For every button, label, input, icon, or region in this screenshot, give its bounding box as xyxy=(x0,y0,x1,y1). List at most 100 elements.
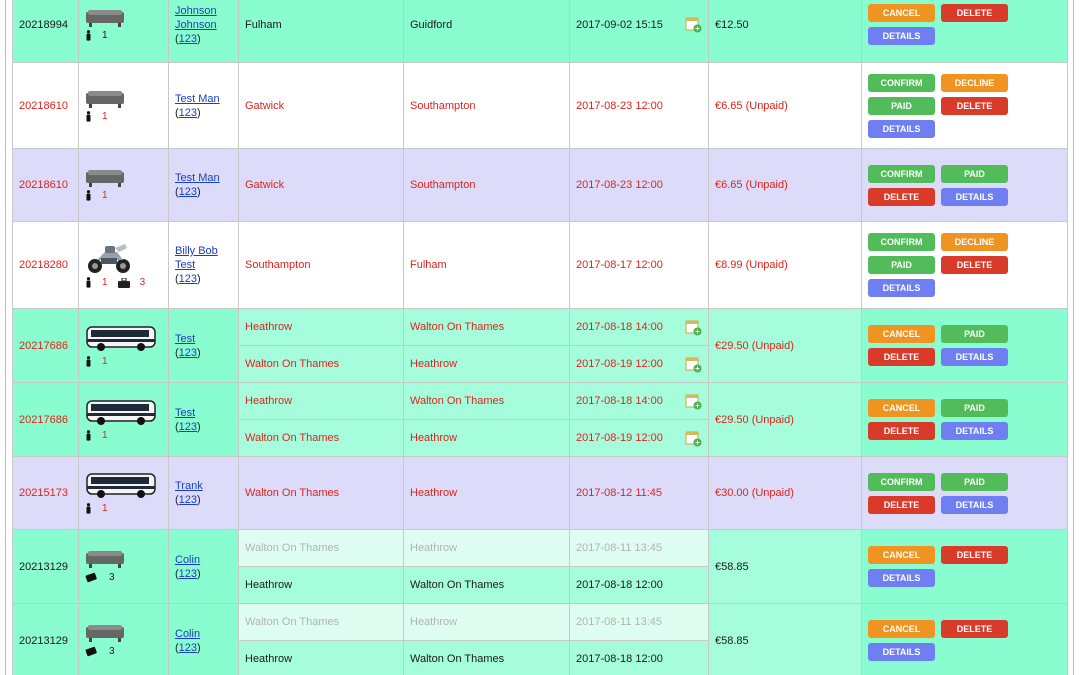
cancel-button[interactable]: CANCEL xyxy=(868,620,935,638)
details-button[interactable]: DETAILS xyxy=(868,569,935,587)
delete-button[interactable]: DELETE xyxy=(868,422,935,440)
customer-name-link[interactable]: Test Man xyxy=(175,92,232,106)
customer-name-link[interactable]: Test xyxy=(175,332,232,346)
paid-button[interactable]: PAID xyxy=(941,472,1008,491)
dropoff-location: Walton On Thames xyxy=(403,566,570,604)
details-button[interactable]: DETAILS xyxy=(868,279,935,297)
cancel-button[interactable]: CANCEL xyxy=(868,325,935,343)
delete-button[interactable]: DELETE xyxy=(941,546,1008,564)
decline-button[interactable]: DECLINE xyxy=(941,73,1008,92)
pickup-location: Heathrow xyxy=(238,640,404,675)
delete-button[interactable]: DELETE xyxy=(868,187,935,206)
paid-button[interactable]: PAID xyxy=(868,256,935,274)
customer-name-link[interactable]: Colin xyxy=(175,627,232,641)
customer-name-link[interactable]: Billy Bob xyxy=(175,244,232,258)
details-button[interactable]: DETAILS xyxy=(941,348,1008,366)
phone-link[interactable]: 123 xyxy=(179,642,197,654)
paid-button[interactable]: PAID xyxy=(941,325,1008,343)
pickup-location: Walton On Thames xyxy=(238,345,404,383)
details-button[interactable]: DETAILS xyxy=(868,27,935,45)
details-button[interactable]: DETAILS xyxy=(868,643,935,661)
coach-icon xyxy=(85,472,157,500)
luggage-icon xyxy=(85,571,99,583)
passenger-count: 1 xyxy=(102,429,108,441)
vehicle-cell: 1 xyxy=(78,308,169,383)
customer-name-link[interactable]: Colin xyxy=(175,553,232,567)
customer-name-link[interactable]: Test xyxy=(175,406,232,420)
delete-button[interactable]: DELETE xyxy=(941,4,1008,22)
vehicle-cell: 13 xyxy=(78,221,169,309)
customer-cell: Test (123) xyxy=(168,382,239,457)
customer-name-link[interactable]: Johnson xyxy=(175,4,232,18)
price: €58.85 xyxy=(708,529,862,604)
dropoff-location: Heathrow xyxy=(403,603,570,641)
customer-name-link[interactable]: Test Man xyxy=(175,171,232,185)
motorbike-icon xyxy=(85,242,133,274)
phone-link[interactable]: 123 xyxy=(179,494,197,506)
paid-button[interactable]: PAID xyxy=(941,399,1008,417)
pickup-datetime: 2017-08-19 12:00 xyxy=(576,432,663,444)
details-button[interactable]: DETAILS xyxy=(941,187,1008,206)
price: €29.50 (Unpaid) xyxy=(708,382,862,457)
paid-button[interactable]: PAID xyxy=(868,96,935,115)
vehicle-cell: 1 xyxy=(78,0,169,63)
cancel-button[interactable]: CANCEL xyxy=(868,4,935,22)
booking-id: 20218994 xyxy=(12,0,79,63)
details-button[interactable]: DETAILS xyxy=(941,422,1008,440)
booking-id: 20218610 xyxy=(12,62,79,149)
dropoff-location: Guidford xyxy=(403,0,570,63)
phone-link[interactable]: 123 xyxy=(179,568,197,580)
phone-link[interactable]: 123 xyxy=(179,186,197,198)
paid-button[interactable]: PAID xyxy=(941,164,1008,183)
sofa-icon xyxy=(85,90,125,108)
confirm-button[interactable]: CONFIRM xyxy=(868,73,935,92)
pickup-datetime: 2017-08-18 14:00 xyxy=(576,321,663,333)
delete-button[interactable]: DELETE xyxy=(868,348,935,366)
dropoff-location: Heathrow xyxy=(403,419,570,457)
phone-link[interactable]: 123 xyxy=(179,347,197,359)
passenger-count: 1 xyxy=(102,277,108,288)
passenger-count: 1 xyxy=(102,503,108,514)
customer-cell: Test Man (123) xyxy=(168,148,239,222)
pickup-datetime: 2017-09-02 15:15 xyxy=(576,18,663,31)
booking-row: 20213129 3 Colin (123) Walton On Thames H… xyxy=(12,603,1068,675)
phone-link[interactable]: 123 xyxy=(179,107,197,119)
phone-link[interactable]: 123 xyxy=(179,33,197,45)
delete-button[interactable]: DELETE xyxy=(941,96,1008,115)
booking-row: 20213129 3 Colin (123) Walton On Thames H… xyxy=(12,529,1068,604)
pickup-location: Heathrow xyxy=(238,382,404,420)
vehicle-cell: 3 xyxy=(78,529,169,604)
decline-button[interactable]: DECLINE xyxy=(941,233,1008,251)
delete-button[interactable]: DELETE xyxy=(868,495,935,514)
customer-name-link[interactable]: Johnson xyxy=(175,18,232,32)
add-calendar-icon[interactable] xyxy=(685,393,702,410)
add-calendar-icon[interactable] xyxy=(685,16,702,33)
confirm-button[interactable]: CONFIRM xyxy=(868,233,935,251)
phone-link[interactable]: 123 xyxy=(179,421,197,433)
coach-icon xyxy=(85,325,157,353)
cancel-button[interactable]: CANCEL xyxy=(868,546,935,564)
price: €6.65 (Unpaid) xyxy=(708,62,862,149)
confirm-button[interactable]: CONFIRM xyxy=(868,164,935,183)
confirm-button[interactable]: CONFIRM xyxy=(868,472,935,491)
luggage-count: 3 xyxy=(109,645,115,657)
cancel-button[interactable]: CANCEL xyxy=(868,399,935,417)
delete-button[interactable]: DELETE xyxy=(941,620,1008,638)
vehicle-cell: 3 xyxy=(78,603,169,675)
vehicle-cell: 1 xyxy=(78,456,169,530)
add-calendar-icon[interactable] xyxy=(685,430,702,447)
booking-id: 20215173 xyxy=(12,456,79,530)
customer-name-link[interactable]: Test xyxy=(175,258,232,272)
details-button[interactable]: DETAILS xyxy=(868,119,935,138)
delete-button[interactable]: DELETE xyxy=(941,256,1008,274)
price: €12.50 xyxy=(708,0,862,63)
add-calendar-icon[interactable] xyxy=(685,356,702,373)
phone-link[interactable]: 123 xyxy=(179,273,197,285)
customer-name-link[interactable]: Trank xyxy=(175,479,232,493)
add-calendar-icon[interactable] xyxy=(685,319,702,336)
pickup-location: Walton On Thames xyxy=(238,419,404,457)
booking-row: 20215173 1 Trank (123) Walton On Thames H… xyxy=(12,456,1068,530)
booking-row: 20217686 1 Test (123) Heathrow Walton On … xyxy=(12,382,1068,457)
details-button[interactable]: DETAILS xyxy=(941,495,1008,514)
price: €6.65 (Unpaid) xyxy=(708,148,862,222)
